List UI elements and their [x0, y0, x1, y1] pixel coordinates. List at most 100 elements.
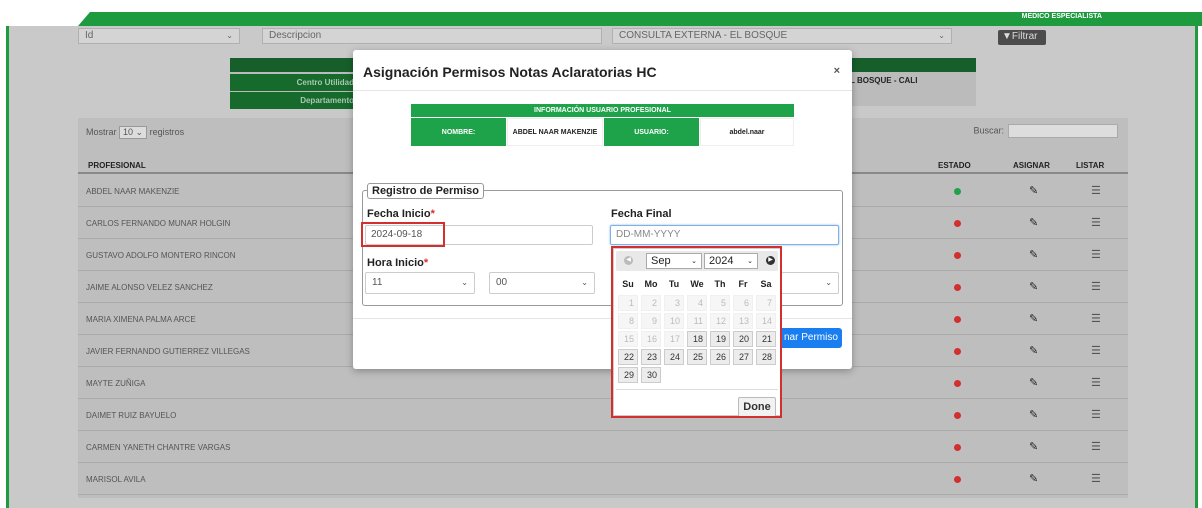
search-input[interactable]	[1008, 124, 1118, 138]
filter-button[interactable]: ▼Filtrar	[998, 30, 1046, 45]
hour-select[interactable]: 11 ⌄	[365, 272, 475, 294]
status-dot-icon	[954, 380, 961, 387]
permission-legend: Registro de Permiso	[367, 183, 484, 199]
start-time-label-text: Hora Inicio	[367, 257, 424, 269]
page-size-value: 10	[123, 127, 134, 137]
professional-name: CARMEN YANETH CHANTRE VARGAS	[86, 443, 231, 452]
table-row: MAYTE ZUÑIGA ✎ ☰	[78, 368, 1128, 399]
field-select-value: Id	[85, 30, 94, 41]
pencil-icon[interactable]: ✎	[1029, 344, 1038, 357]
end-date-label: Fecha Final	[611, 208, 672, 220]
table-row: MARISOL AVILA ✎ ☰	[78, 464, 1128, 495]
cost-center-label: Centro Utilidad	[230, 74, 358, 91]
chevron-down-icon: ⌄	[461, 278, 468, 287]
list-icon[interactable]: ☰	[1091, 280, 1101, 293]
pencil-icon[interactable]: ✎	[1029, 248, 1038, 261]
professional-name: DAIMET RUIZ BAYUELO	[86, 411, 177, 420]
pencil-icon[interactable]: ✎	[1029, 184, 1038, 197]
status-dot-icon	[954, 284, 961, 291]
professional-name: MAYTE ZUÑIGA	[86, 379, 146, 388]
status-dot-icon	[954, 252, 961, 259]
chevron-down-icon: ⌄	[226, 31, 233, 40]
pencil-icon[interactable]: ✎	[1029, 440, 1038, 453]
department-label: Departamento	[230, 92, 358, 109]
top-bar: MEDICO ESPECIALISTA	[0, 0, 1202, 26]
pencil-icon[interactable]: ✎	[1029, 408, 1038, 421]
status-dot-icon	[954, 188, 961, 195]
status-dot-icon	[954, 316, 961, 323]
list-icon[interactable]: ☰	[1091, 184, 1101, 197]
list-icon[interactable]: ☰	[1091, 472, 1101, 485]
list-icon[interactable]: ☰	[1091, 216, 1101, 229]
field-select[interactable]: Id ⌄	[78, 28, 240, 44]
professional-name: CARLOS FERNANDO MUNAR HOLGIN	[86, 219, 231, 228]
show-label: Mostrar	[86, 127, 117, 137]
site-name: L BOSQUE - CALI	[850, 76, 918, 85]
start-date-highlight	[361, 222, 445, 247]
modal-title: Asignación Permisos Notas Aclaratorias H…	[363, 64, 657, 80]
pencil-icon[interactable]: ✎	[1029, 280, 1038, 293]
status-dot-icon	[954, 412, 961, 419]
list-icon[interactable]: ☰	[1091, 312, 1101, 325]
list-icon[interactable]: ☰	[1091, 248, 1101, 261]
records-label: registros	[149, 127, 185, 137]
filter-icon: ▼	[1002, 31, 1012, 42]
col-assign[interactable]: ASIGNAR	[1013, 161, 1050, 170]
status-dot-icon	[954, 220, 961, 227]
close-icon[interactable]: ×	[834, 65, 840, 77]
chevron-down-icon: ⌄	[581, 278, 588, 287]
required-mark: *	[430, 208, 435, 220]
user-value: abdel.naar	[700, 118, 794, 146]
table-row: CARMEN YANETH CHANTRE VARGAS ✎ ☰	[78, 432, 1128, 463]
user-info-table: INFORMACIÓN USUARIO PROFESIONAL NOMBRE: …	[411, 104, 794, 146]
hour-value: 11	[372, 277, 383, 288]
pencil-icon[interactable]: ✎	[1029, 216, 1038, 229]
search-label: Buscar:	[973, 125, 1004, 136]
minute-value: 00	[496, 277, 508, 288]
page-size-control: Mostrar 10 ⌄ registros	[86, 126, 184, 139]
site-select-value: CONSULTA EXTERNA - EL BOSQUE	[619, 30, 788, 41]
start-date-label-text: Fecha Inicio	[367, 208, 431, 220]
col-status[interactable]: ESTADO	[938, 161, 971, 170]
user-info-header: INFORMACIÓN USUARIO PROFESIONAL	[411, 104, 794, 117]
end-time-select[interactable]: ⌄	[781, 272, 839, 294]
page-size-select[interactable]: 10 ⌄	[119, 126, 148, 139]
professional-name: MARIA XIMENA PALMA ARCE	[86, 315, 196, 324]
pencil-icon[interactable]: ✎	[1029, 376, 1038, 389]
name-label: NOMBRE:	[411, 118, 506, 146]
required-mark: *	[423, 257, 429, 269]
professional-name: JAVIER FERNANDO GUTIERREZ VILLEGAS	[86, 347, 250, 356]
list-icon[interactable]: ☰	[1091, 408, 1101, 421]
col-list[interactable]: LISTAR	[1076, 161, 1104, 170]
professional-name: JAIME ALONSO VELEZ SANCHEZ	[86, 283, 213, 292]
minute-select[interactable]: 00 ⌄	[489, 272, 595, 294]
list-icon[interactable]: ☰	[1091, 440, 1101, 453]
chevron-down-icon: ⌄	[938, 31, 945, 40]
start-date-label: Fecha Inicio*	[367, 208, 435, 220]
chevron-down-icon: ⌄	[825, 278, 832, 287]
col-professional[interactable]: PROFESIONAL	[88, 161, 146, 170]
list-icon[interactable]: ☰	[1091, 376, 1101, 389]
list-icon[interactable]: ☰	[1091, 344, 1101, 357]
datepicker-highlight	[611, 246, 782, 418]
professional-name: GUSTAVO ADOLFO MONTERO RINCON	[86, 251, 236, 260]
status-dot-icon	[954, 476, 961, 483]
pencil-icon[interactable]: ✎	[1029, 472, 1038, 485]
divider	[353, 90, 852, 91]
status-dot-icon	[954, 444, 961, 451]
search-control: Buscar:	[973, 124, 1118, 138]
start-time-label: Hora Inicio*	[367, 257, 428, 269]
professional-name: ABDEL NAAR MAKENZIE	[86, 187, 180, 196]
table-row: DAIMET RUIZ BAYUELO ✎ ☰	[78, 400, 1128, 431]
description-input[interactable]: Descripcion	[262, 28, 602, 44]
site-select[interactable]: CONSULTA EXTERNA - EL BOSQUE ⌄	[612, 28, 952, 44]
assign-permission-button[interactable]: nar Permiso	[782, 328, 842, 348]
description-placeholder: Descripcion	[269, 30, 322, 41]
filter-button-label: Filtrar	[1011, 31, 1038, 42]
professional-name: MARISOL AVILA	[86, 475, 146, 484]
status-dot-icon	[954, 348, 961, 355]
user-label: USUARIO:	[604, 118, 699, 146]
pencil-icon[interactable]: ✎	[1029, 312, 1038, 325]
end-date-input[interactable]: DD-MM-YYYY	[610, 225, 839, 245]
user-role: MEDICO ESPECIALISTA	[1021, 13, 1102, 20]
